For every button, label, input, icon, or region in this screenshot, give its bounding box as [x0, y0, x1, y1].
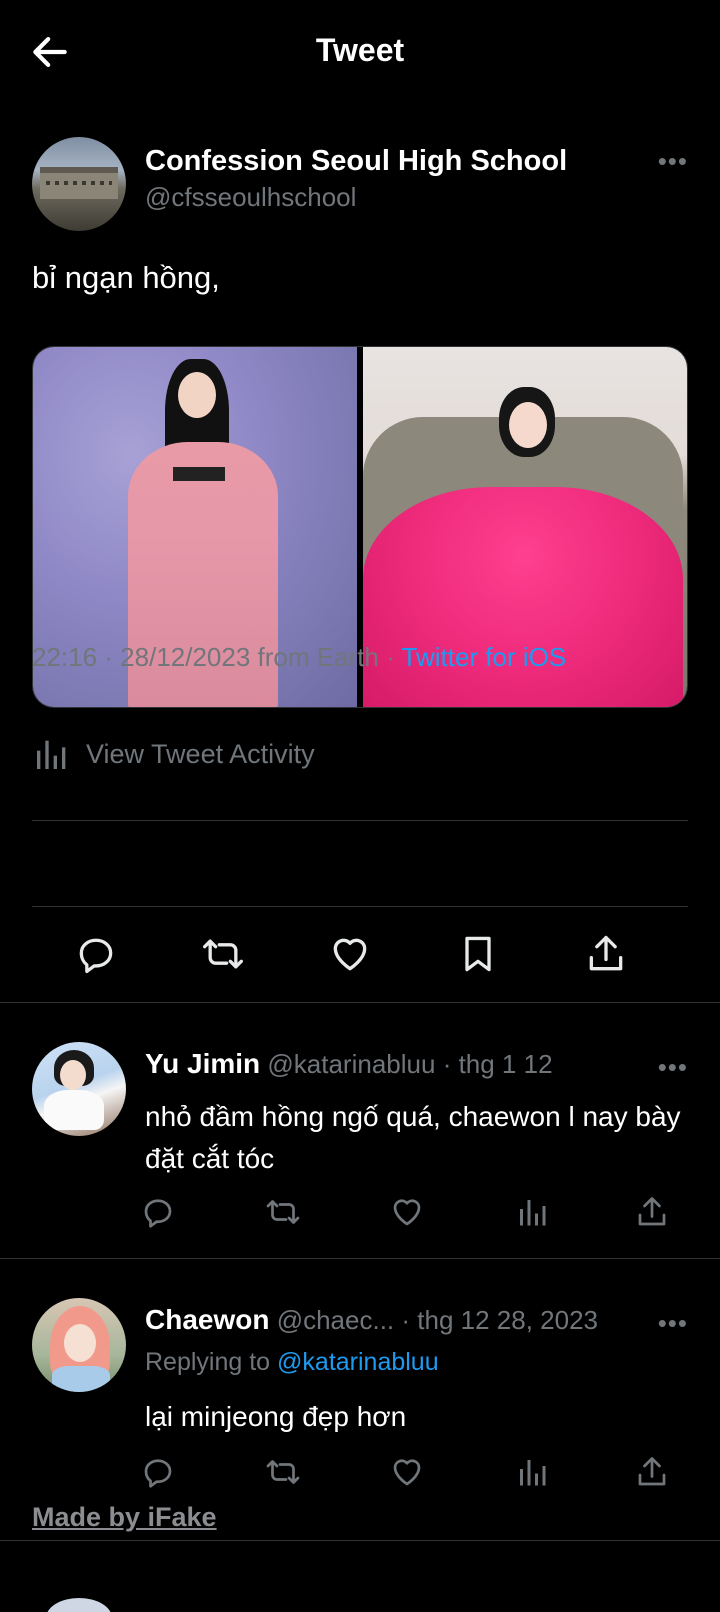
photo-figure-face	[178, 372, 216, 418]
reply-icon	[144, 1459, 172, 1488]
watermark: Made by iFake	[32, 1502, 217, 1532]
reply-button[interactable]	[140, 1454, 176, 1490]
reply-more-button[interactable]: •••	[658, 1054, 688, 1080]
more-dots-icon: •••	[657, 1308, 688, 1338]
reply-handle[interactable]: @katarinabluu	[267, 1049, 435, 1079]
avatar-shirt	[44, 1090, 104, 1130]
like-button[interactable]	[389, 1454, 425, 1490]
avatar-face	[64, 1324, 96, 1362]
tweet-action-bar	[0, 918, 720, 988]
reply-button[interactable]	[140, 1194, 176, 1230]
analytics-icon	[520, 1200, 546, 1226]
more-options-button[interactable]: •••	[658, 148, 688, 174]
view-tweet-activity-button[interactable]: View Tweet Activity	[32, 726, 315, 782]
meta-separator: ·	[378, 642, 402, 672]
retweet-icon	[266, 1460, 300, 1484]
heart-icon	[393, 1199, 421, 1226]
divider	[32, 820, 688, 821]
retweet-button[interactable]	[200, 932, 246, 976]
avatar[interactable]	[32, 137, 126, 231]
analytics-button[interactable]	[514, 1454, 550, 1490]
heart-icon	[333, 938, 367, 971]
reply-text: nhỏ đầm hồng ngố quá, chaewon l nay bày …	[145, 1101, 681, 1174]
photo-figure-face	[509, 402, 547, 448]
bookmark-button[interactable]	[456, 932, 500, 976]
replying-to: Replying to @katarinabluu	[145, 1348, 439, 1377]
share-button[interactable]	[584, 932, 628, 976]
like-button[interactable]	[328, 932, 372, 976]
section-divider	[0, 1258, 720, 1259]
reply-header: Chaewon @chaec... · thg 12 28, 2023	[145, 1304, 598, 1336]
avatar-face	[60, 1060, 86, 1090]
avatar[interactable]	[32, 1042, 126, 1136]
retweet-button[interactable]	[264, 1454, 302, 1490]
photo-figure-dress	[363, 487, 683, 707]
reply-time: · thg 12 28, 2023	[401, 1305, 598, 1335]
tweet-meta: 22:16 · 28/12/2023 from Earth · Twitter …	[32, 642, 566, 673]
heart-icon	[393, 1459, 421, 1486]
next-reply-avatar[interactable]	[46, 1598, 112, 1612]
analytics-icon	[37, 740, 66, 769]
more-dots-icon: •••	[657, 1052, 688, 1082]
share-icon	[638, 1197, 666, 1226]
top-bar: Tweet	[0, 0, 720, 110]
page-title: Tweet	[315, 32, 405, 68]
reply-display-name[interactable]: Chaewon	[145, 1304, 269, 1335]
more-dots-icon: •••	[657, 146, 688, 176]
reply-more-button[interactable]: •••	[658, 1310, 688, 1336]
reply-header: Yu Jimin @katarinabluu · thg 1 12	[145, 1048, 553, 1080]
tweet-source-link[interactable]: Twitter for iOS	[402, 642, 567, 672]
share-button[interactable]	[634, 1194, 670, 1230]
reply-display-name[interactable]: Yu Jimin	[145, 1048, 260, 1079]
reply-text: lại minjeong đẹp hơn	[145, 1401, 407, 1432]
divider	[32, 906, 688, 907]
tweet-text: bỉ ngạn hồng,	[32, 260, 220, 295]
share-icon	[638, 1457, 666, 1486]
retweet-icon	[203, 939, 243, 969]
retweet-button[interactable]	[264, 1194, 302, 1230]
reply-icon	[79, 938, 113, 974]
like-button[interactable]	[389, 1194, 425, 1230]
share-button[interactable]	[634, 1454, 670, 1490]
share-icon	[589, 935, 623, 971]
reply-icon	[144, 1199, 172, 1228]
section-divider	[0, 1002, 720, 1003]
retweet-icon	[266, 1200, 300, 1224]
author-display-name[interactable]: Confession Seoul High School	[145, 145, 567, 178]
avatar-shirt	[52, 1366, 110, 1392]
tweet-timestamp: 22:16 · 28/12/2023 from Earth	[32, 642, 379, 672]
analytics-button[interactable]	[514, 1194, 550, 1230]
reply-handle[interactable]: @chaec...	[277, 1305, 394, 1335]
section-divider	[0, 1540, 720, 1541]
replying-to-link[interactable]: @katarinabluu	[277, 1348, 439, 1376]
analytics-icon	[520, 1460, 546, 1486]
reply-time: · thg 1 12	[442, 1049, 553, 1079]
reply-button[interactable]	[74, 932, 118, 976]
avatar[interactable]	[32, 1298, 126, 1392]
view-tweet-activity-label: View Tweet Activity	[86, 738, 315, 769]
author-handle[interactable]: @cfsseoulhschool	[145, 182, 356, 213]
avatar-building-image	[40, 167, 118, 199]
photo-figure-belt	[173, 467, 225, 481]
bookmark-icon	[465, 936, 491, 972]
replying-to-prefix: Replying to	[145, 1348, 278, 1376]
